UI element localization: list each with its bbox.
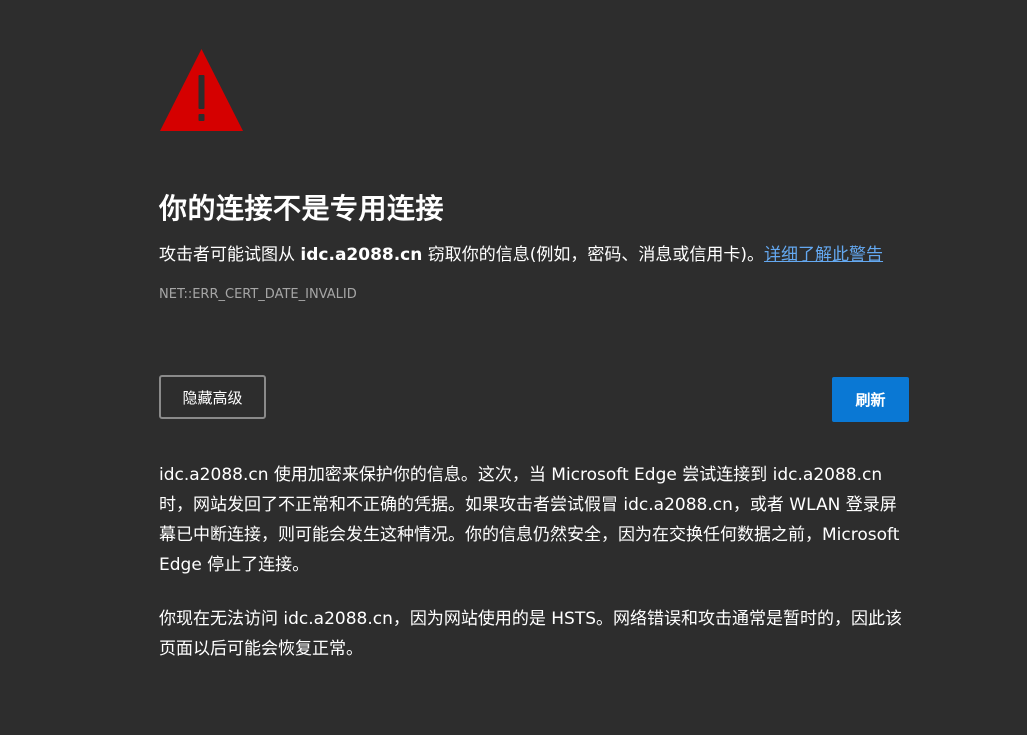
error-page: 你的连接不是专用连接 攻击者可能试图从 idc.a2088.cn 窃取你的信息(… <box>0 0 1027 735</box>
advanced-details: idc.a2088.cn 使用加密来保护你的信息。这次，当 Microsoft … <box>159 460 911 664</box>
button-row: 隐藏高级 刷新 <box>159 375 911 422</box>
refresh-button[interactable]: 刷新 <box>832 377 909 422</box>
page-title: 你的连接不是专用连接 <box>159 192 445 225</box>
error-code: NET::ERR_CERT_DATE_INVALID <box>159 287 357 302</box>
summary-prefix: 攻击者可能试图从 <box>159 245 301 265</box>
summary-host: idc.a2088.cn <box>300 245 423 265</box>
details-paragraph-1: idc.a2088.cn 使用加密来保护你的信息。这次，当 Microsoft … <box>159 465 900 575</box>
details-paragraph-2: 你现在无法访问 idc.a2088.cn，因为网站使用的是 HSTS。网络错误和… <box>159 609 903 659</box>
hide-advanced-button[interactable]: 隐藏高级 <box>159 375 266 419</box>
learn-more-link[interactable]: 详细了解此警告 <box>764 245 883 265</box>
error-content: 你的连接不是专用连接 攻击者可能试图从 idc.a2088.cn 窃取你的信息(… <box>159 47 911 688</box>
warning-summary: 攻击者可能试图从 idc.a2088.cn 窃取你的信息(例如，密码、消息或信用… <box>159 242 911 268</box>
summary-suffix: 窃取你的信息(例如，密码、消息或信用卡)。 <box>422 245 765 265</box>
warning-triangle-icon <box>160 49 243 131</box>
